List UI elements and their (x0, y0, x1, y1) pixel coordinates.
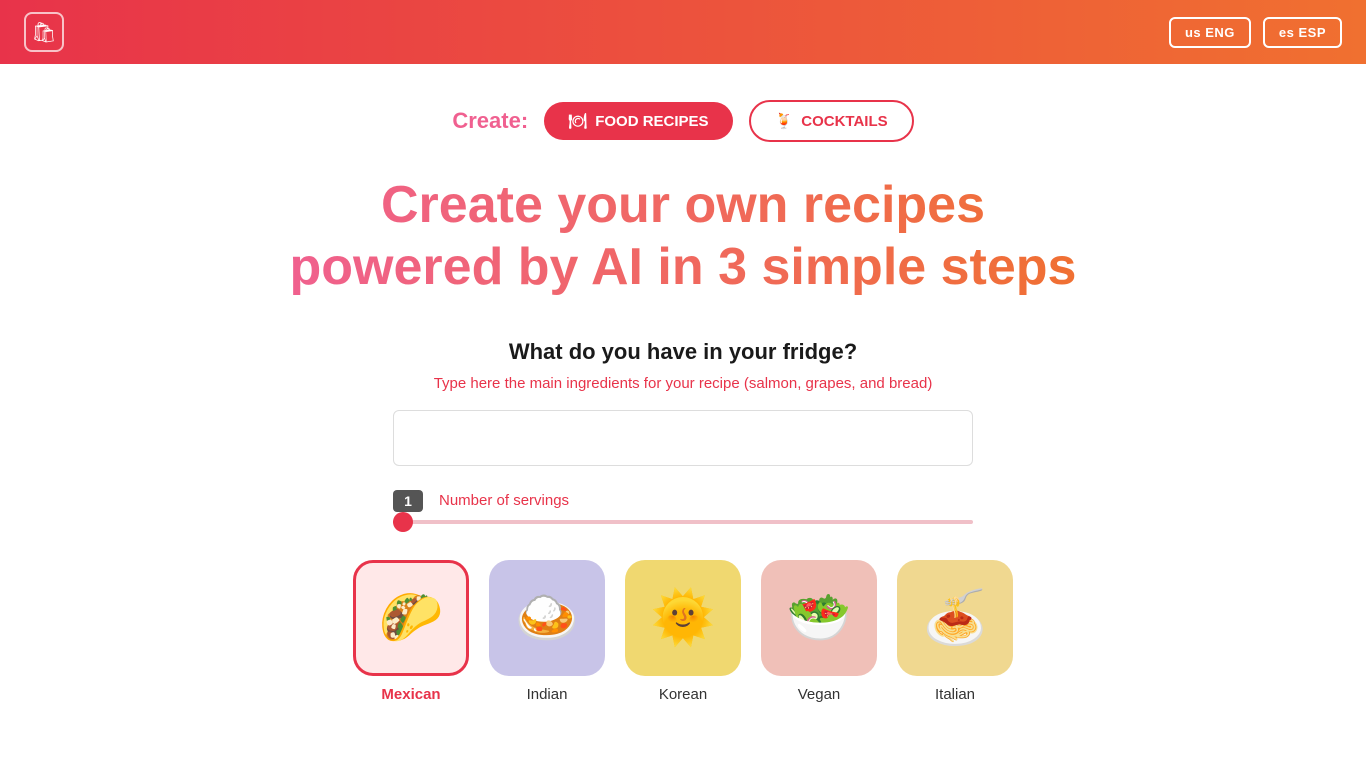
cuisine-name-vegan: Vegan (798, 686, 841, 703)
create-bar: Create: 🍽 FOOD RECIPES 🍹 COCKTAILS (452, 100, 913, 142)
slider-value-box: 1 (393, 490, 423, 512)
subtitle-highlight: salmon, grapes, and bread (749, 375, 927, 392)
form-section: What do you have in your fridge? Type he… (0, 339, 1366, 560)
cuisine-card-indian[interactable]: 🍛 Indian (489, 560, 605, 703)
cuisine-icon-italian: 🍝 (897, 560, 1013, 676)
ingredients-input[interactable] (393, 410, 973, 466)
subtitle-plain: Type here the main ingredients for your … (434, 375, 749, 392)
cuisine-name-indian: Indian (527, 686, 568, 703)
lang-esp-button[interactable]: es ESP (1263, 17, 1342, 48)
hero-title: Create your own recipes powered by AI in… (273, 174, 1093, 299)
cuisine-card-vegan[interactable]: 🥗 Vegan (761, 560, 877, 703)
subtitle-end: ) (927, 375, 932, 392)
slider-label: Number of servings (439, 492, 569, 509)
cuisine-name-korean: Korean (659, 686, 707, 703)
cuisine-name-italian: Italian (935, 686, 975, 703)
main-content: Create: 🍽 FOOD RECIPES 🍹 COCKTAILS Creat… (0, 64, 1366, 703)
cuisine-icon-indian: 🍛 (489, 560, 605, 676)
tab-food-label: FOOD RECIPES (595, 113, 708, 130)
cuisine-icon-korean: 🌞 (625, 560, 741, 676)
tab-cocktails-label: COCKTAILS (801, 113, 887, 130)
tab-cocktails[interactable]: 🍹 COCKTAILS (749, 100, 914, 142)
language-switcher: us ENG es ESP (1169, 17, 1342, 48)
logo: 🛍 (24, 12, 64, 52)
cuisine-card-korean[interactable]: 🌞 Korean (625, 560, 741, 703)
lang-eng-button[interactable]: us ENG (1169, 17, 1251, 48)
header: 🛍 us ENG es ESP (0, 0, 1366, 64)
tab-food-recipes[interactable]: 🍽 FOOD RECIPES (544, 102, 732, 140)
slider-section: 1 Number of servings (393, 490, 973, 524)
cuisine-card-mexican[interactable]: 🌮 Mexican (353, 560, 469, 703)
cuisine-section: 🌮 Mexican 🍛 Indian 🌞 Korean 🥗 Vegan 🍝 Italian (353, 560, 1013, 703)
cuisine-card-italian[interactable]: 🍝 Italian (897, 560, 1013, 703)
food-icon: 🍽 (568, 112, 587, 130)
create-label: Create: (452, 108, 528, 134)
cuisine-icon-mexican: 🌮 (353, 560, 469, 676)
logo-icon: 🛍 (24, 12, 64, 52)
cocktail-icon: 🍹 (775, 112, 794, 130)
form-question: What do you have in your fridge? (509, 339, 857, 365)
form-subtitle: Type here the main ingredients for your … (434, 375, 933, 392)
slider-label-row: 1 Number of servings (393, 490, 973, 512)
cuisine-icon-vegan: 🥗 (761, 560, 877, 676)
servings-slider[interactable] (393, 520, 973, 524)
cuisine-name-mexican: Mexican (381, 686, 440, 703)
